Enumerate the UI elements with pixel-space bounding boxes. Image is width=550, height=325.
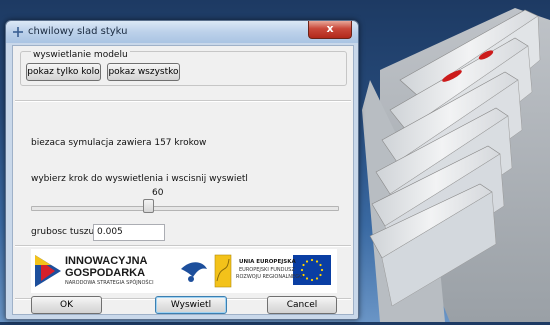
app-icon: [13, 27, 23, 37]
cancel-button[interactable]: Cancel: [267, 296, 337, 314]
show-all-button[interactable]: pokaz wszystko: [107, 63, 180, 81]
group-label: wyswietlanie modelu: [31, 50, 130, 60]
slider-value: 60: [152, 188, 164, 198]
ok-button[interactable]: OK: [31, 296, 102, 314]
title-bar[interactable]: chwilowy slad styku x: [6, 21, 358, 43]
gear-render-viewport[interactable]: [340, 0, 550, 322]
eu-line-2: EUROPEJSKI FUNDUSZ: [239, 267, 295, 273]
show-button[interactable]: Wyswietl: [155, 296, 227, 314]
eu-line-1: UNIA EUROPEJSKA: [239, 259, 296, 265]
contact-trace-dialog: chwilowy slad styku x wyswietlanie model…: [5, 20, 359, 320]
funding-logos: INNOWACYJNA GOSPODARKA NARODOWA STRATEGI…: [31, 249, 337, 293]
hand-logo: [181, 262, 207, 282]
step-prompt: wybierz krok do wyswietlenia i wscisnij …: [31, 174, 248, 184]
divider: [15, 100, 351, 102]
eu-flag-icon: [293, 255, 331, 285]
ig-title-2: GOSPODARKA: [65, 267, 146, 279]
ink-thickness-input[interactable]: 0.005: [93, 224, 165, 241]
ig-subtitle: NARODOWA STRATEGIA SPÓJNOŚCI: [65, 280, 154, 286]
close-button[interactable]: x: [308, 21, 352, 39]
window-title: chwilowy slad styku: [28, 26, 128, 37]
eu-line-3: ROZWOJU REGIONALNEGO: [236, 274, 304, 280]
simulation-info: biezaca symulacja zawiera 157 krokow: [31, 138, 207, 148]
close-icon: x: [326, 22, 334, 35]
step-slider[interactable]: [31, 206, 339, 211]
gear-render: [362, 8, 550, 322]
ink-label: grubosc tuszu: [31, 227, 95, 237]
divider: [15, 245, 351, 247]
ig-title-1: INNOWACYJNA: [65, 255, 148, 267]
show-wheel-only-button[interactable]: pokaz tylko kolo: [26, 63, 101, 81]
slider-thumb[interactable]: [143, 199, 154, 213]
innowacyjna-logo: [35, 255, 61, 287]
model-display-group: wyswietlanie modelu pokaz tylko kolo pok…: [20, 51, 347, 86]
dialog-body: wyswietlanie modelu pokaz tylko kolo pok…: [12, 45, 354, 315]
